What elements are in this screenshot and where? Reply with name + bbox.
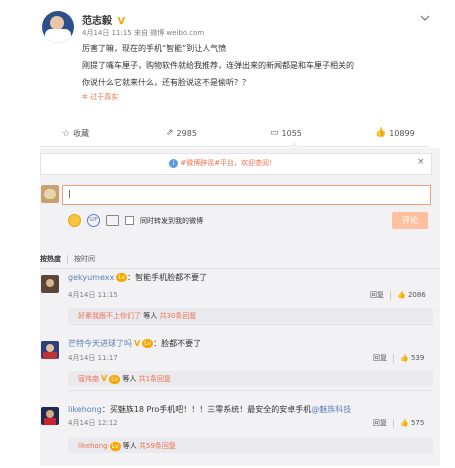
thumbs-up-icon: 👍 [400,354,409,362]
reply-strip-link[interactable]: 共59条回复 [139,442,176,450]
comment-like-button[interactable]: 👍 539 [400,354,424,362]
reply-button[interactable]: 回复 [373,353,387,363]
comment-separator [68,390,433,391]
emoji-icon[interactable] [68,214,81,227]
close-icon[interactable]: × [417,157,425,167]
reply-strip-user[interactable]: 寇伟南 [78,375,99,383]
repost-icon: ⇗ [166,128,174,138]
comment-time: 4月14日 11:17 [68,354,118,362]
image-icon[interactable] [106,215,119,226]
comment-like-count: 2086 [407,291,426,299]
reply-strip-text: 等人 [143,312,158,320]
author-name[interactable]: 范志毅 [82,16,112,27]
commenter-name[interactable]: gekyumexx [68,273,114,282]
verified-icon: V [101,374,108,383]
vip-icon: Lv [142,339,154,348]
comment-body: 芒特今天进球了吗 V Lv ：脸都不要了 [68,338,201,349]
thumbs-up-icon: 👍 [400,419,409,427]
reply-strip-text: 等人 [122,375,137,383]
comment-icon: ▭ [270,128,279,138]
notice-text[interactable]: #微博辟谣#平台，欢迎查阅！ [180,159,276,167]
notice-bar: i #微博辟谣#平台，欢迎查阅！ × [40,153,432,175]
commenter-avatar[interactable] [41,275,59,293]
reply-strip-text: 等人 [122,442,137,450]
comment-button[interactable]: ▭ 1055 [270,128,302,138]
reply-strip-user[interactable]: 好累我跟不上你们了 [78,312,141,320]
reply-button[interactable]: 回复 [370,290,384,300]
sort-bar: 按热度 按时间 [40,254,95,264]
comment-separator [68,324,433,325]
vip-icon: Lv [116,273,128,282]
sort-hot-tab[interactable]: 按热度 [40,255,61,263]
sort-divider [67,254,68,264]
comment-text: ：买魅族18 Pro手机吧！！！三零系统！最安全的安卓手机 [101,405,312,414]
translate-label: 过于真实 [90,93,119,101]
action-divider [390,290,391,300]
author-name-row: 范志毅 V [82,12,125,27]
post-text-line1: 厉害了嘛，现在的手机“智能”到让人气愤 [82,44,227,53]
reply-strip-link[interactable]: 共30条回复 [159,312,196,320]
comment-count: 1055 [281,128,302,138]
comment-actions: 回复 👍 2086 [370,290,426,300]
reply-strip[interactable]: 好累我跟不上你们了 等人 共30条回复 [68,308,433,323]
repost-count: 2985 [176,128,197,138]
comment-text: ：脸都不要了 [153,339,202,348]
reply-strip-user[interactable]: likehong [78,442,108,450]
my-avatar [41,185,59,203]
comment-input-value: | [68,189,71,198]
comment-time: 4月14日 11:15 [68,291,118,299]
commenter-name[interactable]: likehong [68,405,102,414]
vip-icon: Lv [109,441,121,451]
post-text-line2: 刚提了嘴车厘子，购物软件就给我推荐，连弹出来的新闻都是和车厘子相关的 [82,61,354,70]
comment-panel: i #微博辟谣#平台，欢迎查阅！ × | GIF 同时转发到我的微博 评论 按热… [40,148,440,466]
author-avatar[interactable] [42,11,74,43]
thumbs-up-icon: 👍 [375,128,387,138]
gif-icon[interactable]: GIF [87,214,100,227]
sort-time-tab[interactable]: 按时间 [74,255,95,263]
action-divider [393,353,394,363]
post-text-line3: 你说什么它就来什么，还有脸说这不是偷听？？ [82,78,250,87]
comment-input[interactable]: | [62,185,431,205]
comment-like-button[interactable]: 👍 575 [400,419,424,427]
comment-like-count: 575 [410,419,425,427]
reply-button[interactable]: 回复 [373,418,387,428]
composer-tools: GIF 同时转发到我的微博 [68,214,203,227]
translate-link[interactable]: ✲ 过于真实 [82,92,118,102]
comment-text: ：智能手机脸都不要了 [127,273,208,282]
thumbs-up-icon: 👍 [397,291,406,299]
action-divider [393,418,394,428]
like-count: 10899 [389,128,415,138]
verified-icon: V [117,16,126,27]
repost-button[interactable]: ⇗ 2985 [166,128,197,138]
favorite-label: 收藏 [73,129,90,138]
commenter-avatar[interactable] [41,407,59,425]
vip-icon: Lv [109,374,121,384]
translate-icon: ✲ [82,93,88,101]
collapse-chevron-icon[interactable] [420,13,430,23]
reply-strip[interactable]: likehong Lv 等人 共59条回复 [68,438,433,453]
submit-comment-button[interactable]: 评论 [392,212,428,229]
post-meta: 4月14日 11:15 来自 微博 weibo.com [82,29,205,37]
comment-body: gekyumexx Lv ：智能手机脸都不要了 [68,272,207,283]
comment-time: 4月14日 12:12 [68,419,118,427]
sync-label: 同时转发到我的微博 [140,216,203,225]
sort-divider-line [40,268,440,269]
verified-icon: V [134,339,141,348]
post-action-bar: ☆ 收藏 ⇗ 2985 ▭ 1055 👍 10899 [40,124,430,147]
comment-actions: 回复 👍 539 [373,353,424,363]
favorite-button[interactable]: ☆ 收藏 [62,128,89,139]
reply-strip[interactable]: 寇伟南 V Lv 等人 共1条回复 [68,371,433,386]
like-button[interactable]: 👍 10899 [375,128,415,138]
comment-like-button[interactable]: 👍 2086 [397,291,426,299]
info-icon: i [169,159,178,168]
reply-strip-link[interactable]: 共1条回复 [139,375,171,383]
comment-body: likehong：买魅族18 Pro手机吧！！！三零系统！最安全的安卓手机@魅族… [68,404,351,415]
star-icon: ☆ [62,128,71,139]
comment-like-count: 539 [410,354,425,362]
mention-link[interactable]: @魅族科技 [311,405,351,414]
sync-checkbox[interactable] [125,216,134,225]
commenter-avatar[interactable] [41,341,59,359]
comment-actions: 回复 👍 575 [373,418,424,428]
commenter-name[interactable]: 芒特今天进球了吗 [68,339,132,348]
